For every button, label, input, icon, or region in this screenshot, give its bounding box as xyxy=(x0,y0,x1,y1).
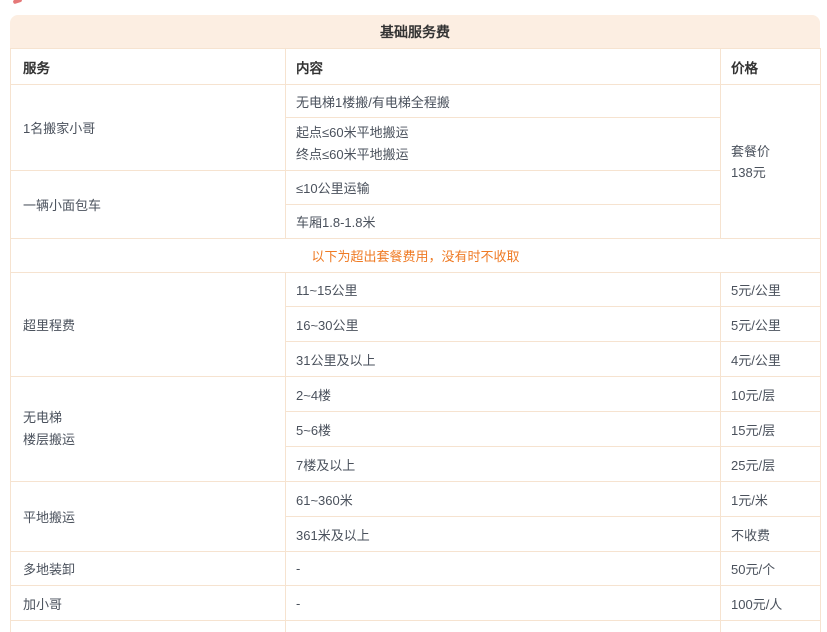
content-cell: 16~30公里 xyxy=(286,307,721,342)
empty-cell xyxy=(721,621,821,632)
content-cell: 31公里及以上 xyxy=(286,342,721,377)
table-row-cutoff xyxy=(11,621,821,632)
price-cell: 4元/公里 xyxy=(721,342,821,377)
price-cell: 100元/人 xyxy=(721,586,821,621)
column-header-content: 内容 xyxy=(286,49,721,85)
service-no-elevator-floors: 无电梯 楼层搬运 xyxy=(11,377,286,482)
table-header-row: 服务 内容 价格 xyxy=(11,49,821,85)
pricing-table: 服务 内容 价格 1名搬家小哥 无电梯1楼搬/有电梯全程搬 套餐价 138元 起… xyxy=(10,48,821,632)
column-header-service: 服务 xyxy=(11,49,286,85)
price-cell: 不收费 xyxy=(721,517,821,552)
content-cell: 2~4楼 xyxy=(286,377,721,412)
table-row: 超里程费 11~15公里 5元/公里 xyxy=(11,273,821,307)
price-cell: 5元/公里 xyxy=(721,273,821,307)
service-excess-mileage: 超里程费 xyxy=(11,273,286,377)
extra-fee-banner-row: 以下为超出套餐费用，没有时不收取 xyxy=(11,239,821,273)
price-cell: 10元/层 xyxy=(721,377,821,412)
price-cell: 50元/个 xyxy=(721,552,821,586)
empty-cell xyxy=(11,621,286,632)
service-multi-stop: 多地装卸 xyxy=(11,552,286,586)
cutoff-red-mark xyxy=(13,0,23,4)
card-title: 基础服务费 xyxy=(10,15,820,48)
column-header-price: 价格 xyxy=(721,49,821,85)
table-row: 1名搬家小哥 无电梯1楼搬/有电梯全程搬 套餐价 138元 xyxy=(11,85,821,118)
extra-fee-banner: 以下为超出套餐费用，没有时不收取 xyxy=(11,239,821,273)
content-cell: 61~360米 xyxy=(286,482,721,517)
table-row: 平地搬运 61~360米 1元/米 xyxy=(11,482,821,517)
table-row: 一辆小面包车 ≤10公里运输 xyxy=(11,171,821,205)
package-price-cell: 套餐价 138元 xyxy=(721,85,821,239)
price-cell: 15元/层 xyxy=(721,412,821,447)
empty-cell xyxy=(286,621,721,632)
content-cell: 7楼及以上 xyxy=(286,447,721,482)
content-cargo-size: 车厢1.8-1.8米 xyxy=(286,205,721,239)
content-cell: - xyxy=(286,586,721,621)
price-cell: 25元/层 xyxy=(721,447,821,482)
price-cell: 5元/公里 xyxy=(721,307,821,342)
content-cell: 361米及以上 xyxy=(286,517,721,552)
service-van: 一辆小面包车 xyxy=(11,171,286,239)
content-cell: - xyxy=(286,552,721,586)
content-cell: 5~6楼 xyxy=(286,412,721,447)
table-row: 无电梯 楼层搬运 2~4楼 10元/层 xyxy=(11,377,821,412)
content-transport-distance: ≤10公里运输 xyxy=(286,171,721,205)
service-ground-carry: 平地搬运 xyxy=(11,482,286,552)
content-elevator-rule: 无电梯1楼搬/有电梯全程搬 xyxy=(286,85,721,118)
package-price-line1: 套餐价 xyxy=(731,141,820,162)
service-extra-worker: 加小哥 xyxy=(11,586,286,621)
package-price-line2: 138元 xyxy=(731,162,820,183)
price-cell: 1元/米 xyxy=(721,482,821,517)
content-cell: 11~15公里 xyxy=(286,273,721,307)
table-row: 加小哥 - 100元/人 xyxy=(11,586,821,621)
service-mover: 1名搬家小哥 xyxy=(11,85,286,171)
basic-service-fee-card: 基础服务费 服务 内容 价格 1名搬家小哥 无电梯1楼搬/有电梯全程搬 套餐价 … xyxy=(10,15,820,632)
table-row: 多地装卸 - 50元/个 xyxy=(11,552,821,586)
content-ground-distance: 起点≤60米平地搬运 终点≤60米平地搬运 xyxy=(286,118,721,171)
